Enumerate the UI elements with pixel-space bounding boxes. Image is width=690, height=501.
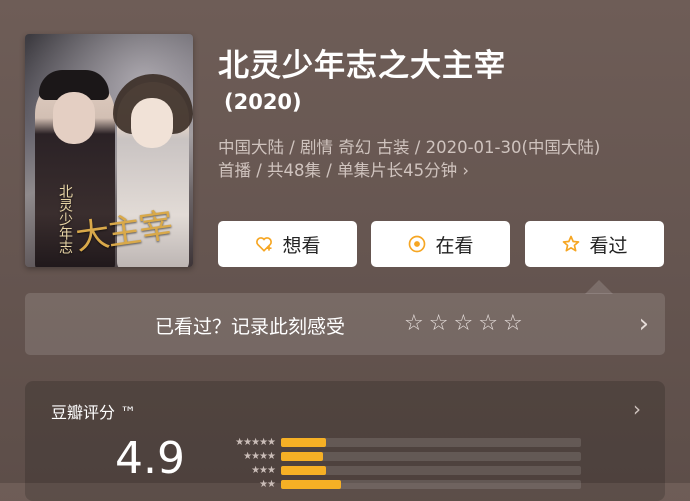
distribution-row: ★★★ — [215, 463, 581, 477]
meta-line-2: 首播 / 共48集 / 单集片长45分钟 › — [218, 161, 469, 180]
distribution-track — [281, 437, 581, 447]
star-4-icon[interactable]: ☆ — [478, 313, 498, 335]
popover-pointer — [585, 280, 613, 294]
star-1-icon[interactable]: ☆ — [404, 313, 424, 335]
poster-face-male — [53, 92, 95, 144]
movie-meta[interactable]: 中国大陆 / 剧情 奇幻 古装 / 2020-01-30(中国大陆) 首播 / … — [218, 136, 658, 182]
watched-label: 看过 — [589, 234, 628, 257]
want-button[interactable]: 想看 — [218, 221, 357, 267]
rating-score: 4.9 — [115, 433, 185, 484]
target-icon — [409, 235, 426, 253]
distribution-stars: ★★★★ — [243, 450, 276, 462]
distribution-row: ★★ — [215, 477, 581, 491]
watching-label: 在看 — [435, 234, 474, 257]
heart-plus-icon — [256, 237, 273, 252]
want-label: 想看 — [282, 234, 321, 257]
movie-title: 北灵少年志之大主宰 — [218, 48, 506, 84]
distribution-fill — [281, 451, 323, 461]
meta-line-1: 中国大陆 / 剧情 奇幻 古装 / 2020-01-30(中国大陆) — [218, 138, 601, 157]
star-5-icon[interactable]: ☆ — [503, 313, 523, 335]
watched-button[interactable]: 看过 — [525, 221, 664, 267]
poster-image[interactable]: 北灵少年志 大主宰 — [25, 34, 193, 267]
distribution-fill — [281, 437, 326, 447]
poster-face-female — [131, 98, 173, 148]
chevron-right-icon[interactable]: › — [633, 397, 641, 421]
movie-year: (2020) — [224, 90, 302, 114]
distribution-row: ★★★★ — [215, 449, 581, 463]
poster-subtitle: 北灵少年志 — [57, 184, 73, 254]
watching-button[interactable]: 在看 — [371, 221, 510, 267]
star-3-icon[interactable]: ☆ — [453, 313, 473, 335]
distribution-row: ★★★★★ — [215, 435, 581, 449]
star-icon — [563, 235, 580, 252]
distribution-track — [281, 479, 581, 489]
distribution-track — [281, 451, 581, 461]
rating-title: 豆瓣评分 ™ — [51, 403, 137, 422]
distribution-fill — [281, 465, 326, 475]
distribution-fill — [281, 479, 341, 489]
distribution-stars: ★★★★★ — [235, 436, 276, 448]
rating-card[interactable]: 豆瓣评分 ™ › 4.9 ★★★★★ ★★★★ ★★★ ★★ — [25, 381, 665, 501]
distribution-stars: ★★★ — [251, 464, 276, 476]
chevron-right-icon[interactable]: › — [639, 309, 649, 339]
star-2-icon[interactable]: ☆ — [429, 313, 449, 335]
distribution-track — [281, 465, 581, 475]
watched-prompt-label: 已看过？记录此刻感受 — [155, 316, 346, 338]
chevron-right-icon: › — [462, 161, 469, 180]
distribution-stars: ★★ — [259, 478, 276, 490]
rating-stars[interactable]: ☆ ☆ ☆ ☆ ☆ — [404, 313, 523, 335]
watched-prompt-bar[interactable]: 已看过？记录此刻感受 ☆ ☆ ☆ ☆ ☆ › — [25, 293, 665, 355]
